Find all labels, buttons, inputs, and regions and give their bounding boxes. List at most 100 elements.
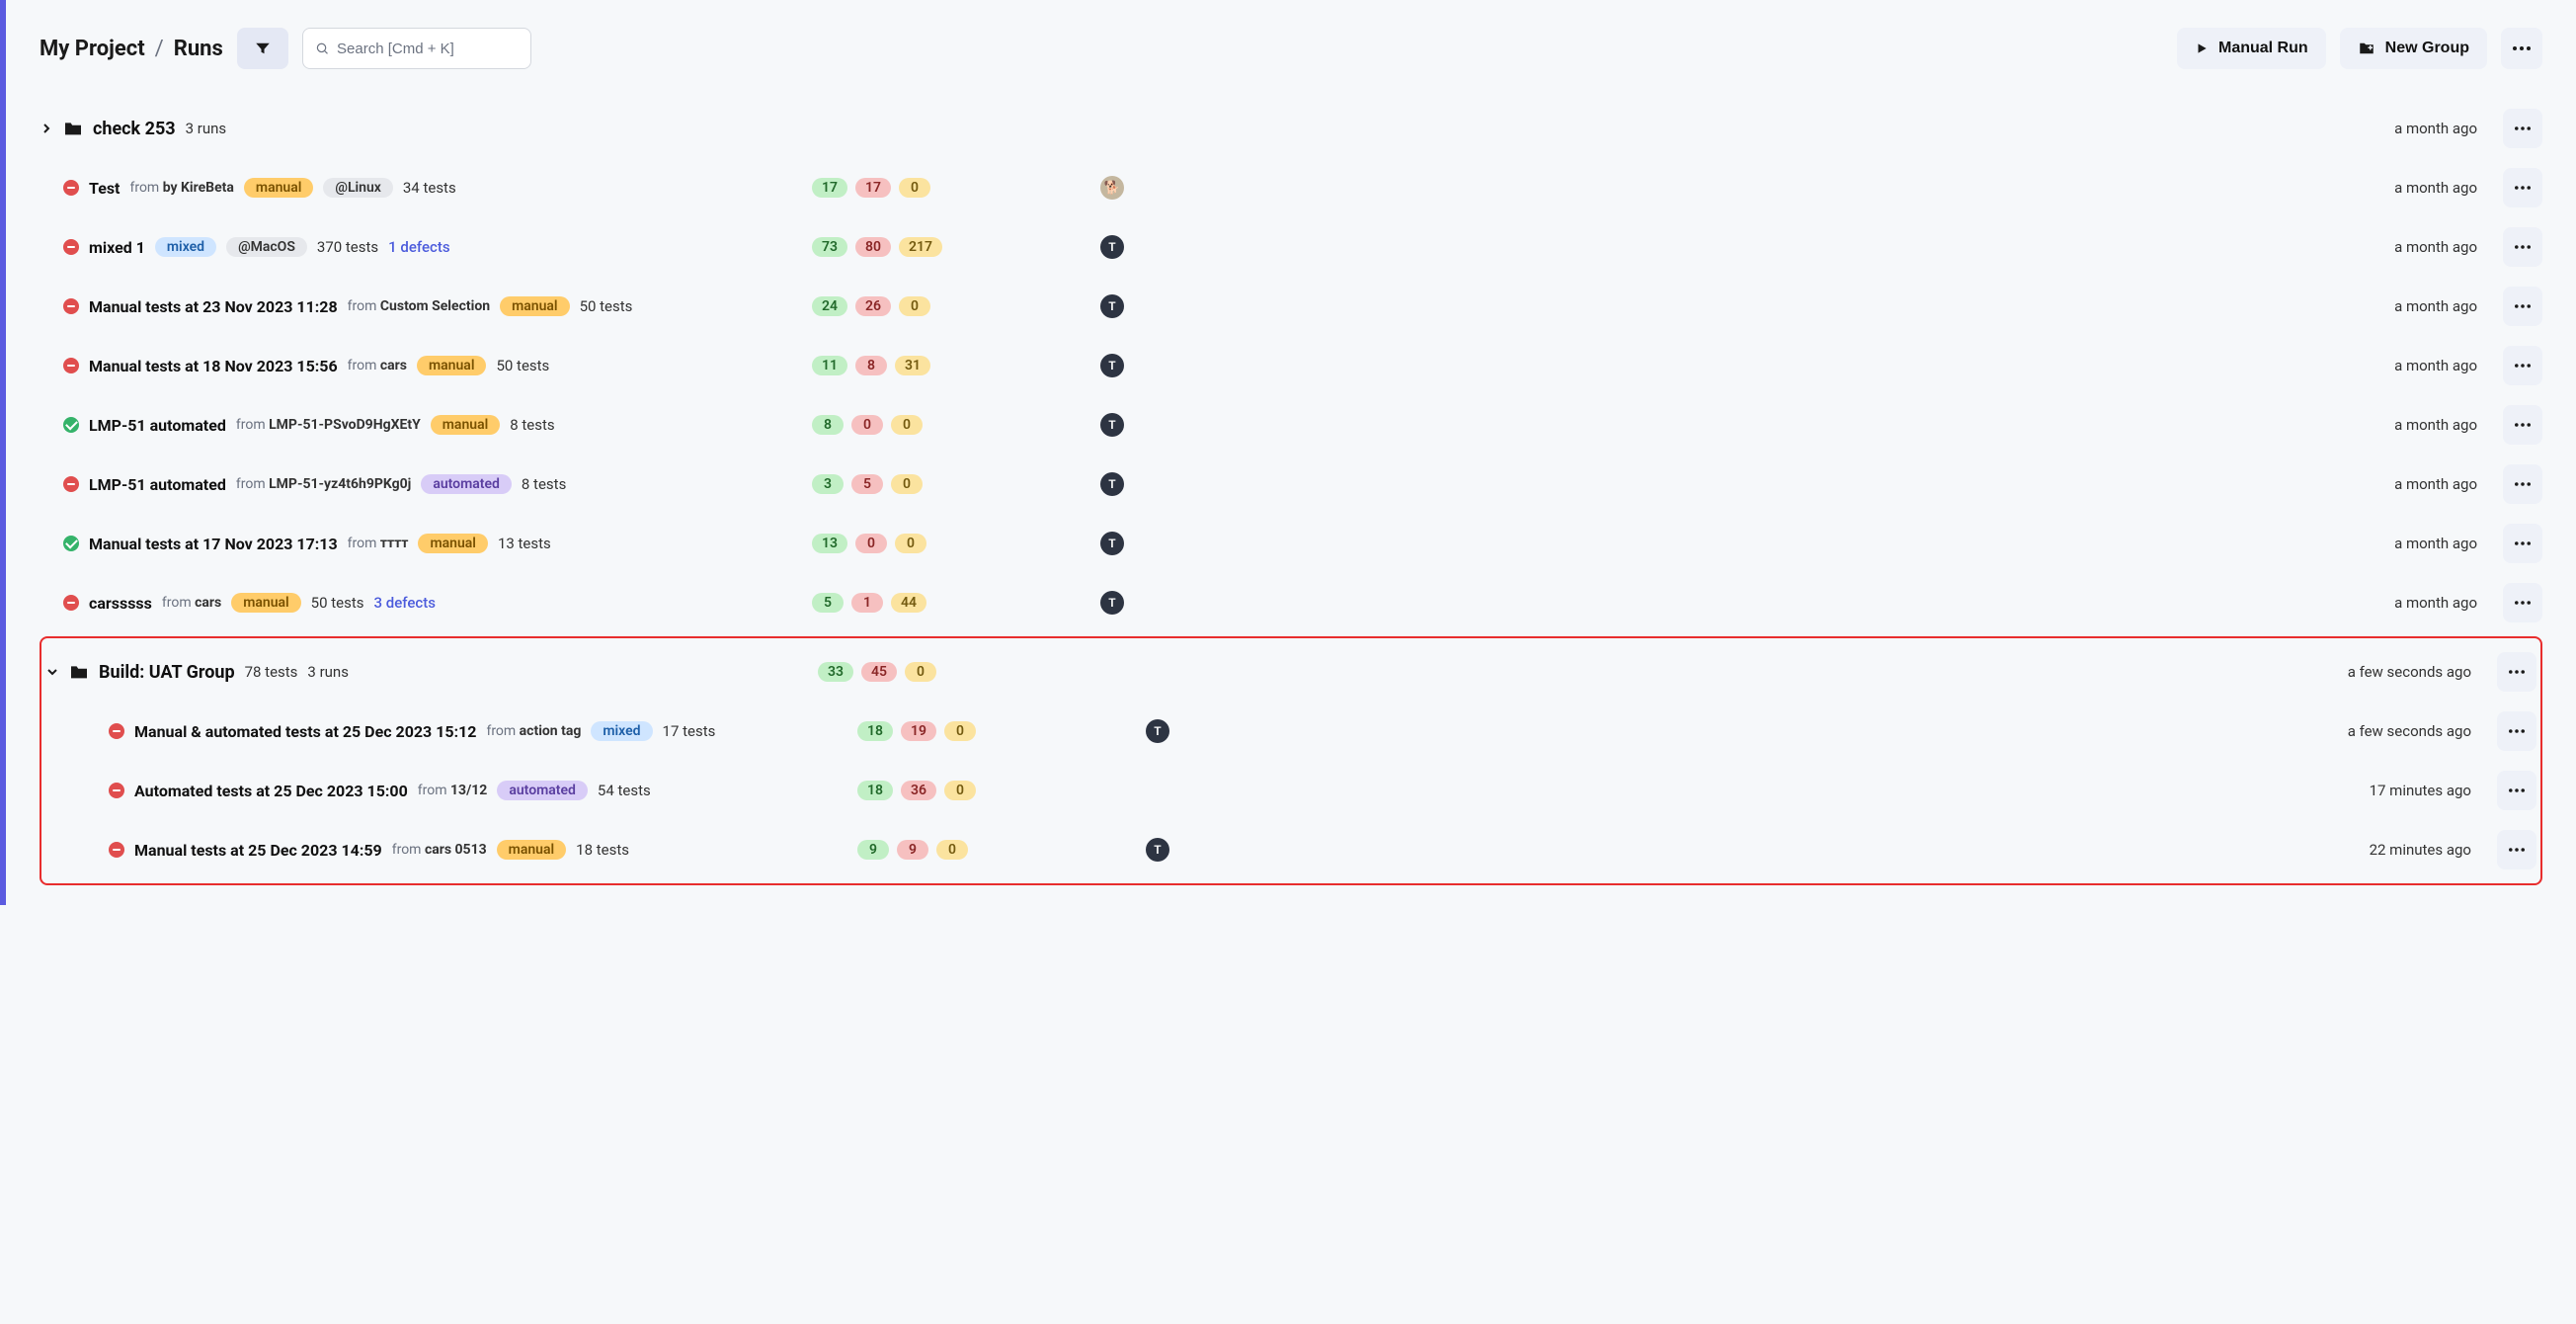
pill-group: 17 17 0 xyxy=(812,178,930,198)
run-tag: @Linux xyxy=(323,178,392,198)
run-tests: 13 tests xyxy=(498,535,551,552)
pill-pass: 13 xyxy=(812,534,847,553)
dots-icon xyxy=(2509,729,2525,733)
run-title: Manual tests at 23 Nov 2023 11:28 xyxy=(89,297,338,316)
status-red-icon xyxy=(63,358,79,373)
run-row[interactable]: Manual tests at 17 Nov 2023 17:13 from т… xyxy=(40,514,2542,573)
run-from: from Custom Selection xyxy=(348,298,490,314)
run-tests: 34 tests xyxy=(403,179,456,197)
manual-run-button[interactable]: Manual Run xyxy=(2177,28,2326,69)
topbar: My Project / Runs Manual Run New Group xyxy=(40,28,2542,69)
group-runcount: 3 runs xyxy=(186,120,227,137)
run-time: a month ago xyxy=(2329,535,2477,552)
status-red-icon xyxy=(63,298,79,314)
avatar[interactable]: T xyxy=(1100,472,1124,496)
dots-icon xyxy=(2515,304,2531,308)
pill-fail: 1 xyxy=(851,593,883,613)
pill-fail: 26 xyxy=(855,296,891,316)
row-more-button[interactable] xyxy=(2497,771,2536,810)
dots-icon xyxy=(2513,46,2531,50)
avatar[interactable]: T xyxy=(1100,413,1124,437)
run-row[interactable]: Manual tests at 25 Dec 2023 14:59 from c… xyxy=(45,820,2536,879)
run-defects[interactable]: 3 defects xyxy=(374,594,436,612)
pill-pass: 5 xyxy=(812,593,844,613)
run-row[interactable]: LMP-51 automated from LMP-51-PSvoD9HgXEt… xyxy=(40,395,2542,455)
breadcrumb-section[interactable]: Runs xyxy=(174,37,223,61)
pill-group: 24 26 0 xyxy=(812,296,930,316)
type-chip-automated: automated xyxy=(497,781,588,800)
pill-group: 73 80 217 xyxy=(812,237,942,257)
run-title: carsssss xyxy=(89,594,152,613)
folder-icon xyxy=(63,121,83,136)
pill-skip: 0 xyxy=(905,662,936,682)
avatar[interactable]: T xyxy=(1146,838,1169,862)
status-red-icon xyxy=(63,476,79,492)
avatar[interactable]: T xyxy=(1100,235,1124,259)
run-row[interactable]: Manual tests at 18 Nov 2023 15:56 from c… xyxy=(40,336,2542,395)
status-red-icon xyxy=(63,595,79,611)
chevron-right-icon[interactable] xyxy=(40,124,53,133)
run-from: from by KireBeta xyxy=(129,180,233,196)
pill-group: 13 0 0 xyxy=(812,534,926,553)
status-red-icon xyxy=(109,842,124,858)
type-chip-manual: manual xyxy=(418,534,487,553)
run-row[interactable]: Automated tests at 25 Dec 2023 15:00 fro… xyxy=(45,761,2536,820)
run-time: a month ago xyxy=(2329,475,2477,493)
runs-list: check 253 3 runs a month ago Test from b… xyxy=(40,99,2542,885)
filter-button[interactable] xyxy=(237,28,288,69)
pill-pass: 11 xyxy=(812,356,847,375)
row-more-button[interactable] xyxy=(2503,583,2542,622)
run-title: LMP-51 automated xyxy=(89,416,226,435)
pill-group: 3 5 0 xyxy=(812,474,923,494)
dots-icon xyxy=(2515,482,2531,486)
dots-icon xyxy=(2515,423,2531,427)
run-row[interactable]: Test from by KireBeta manual @Linux 34 t… xyxy=(40,158,2542,217)
row-more-button[interactable] xyxy=(2503,346,2542,385)
avatar[interactable]: 🐕 xyxy=(1100,176,1124,200)
type-chip-mixed: mixed xyxy=(155,237,216,257)
row-more-button[interactable] xyxy=(2503,168,2542,207)
run-tests: 50 tests xyxy=(580,297,633,315)
row-more-button[interactable] xyxy=(2503,227,2542,267)
avatar[interactable]: T xyxy=(1100,532,1124,555)
group-row-check253[interactable]: check 253 3 runs a month ago xyxy=(40,99,2542,158)
pill-pass: 3 xyxy=(812,474,844,494)
run-row[interactable]: Manual & automated tests at 25 Dec 2023 … xyxy=(45,702,2536,761)
run-title: Manual tests at 17 Nov 2023 17:13 xyxy=(89,535,338,553)
row-more-button[interactable] xyxy=(2503,109,2542,148)
avatar[interactable]: T xyxy=(1100,354,1124,377)
run-tests: 17 tests xyxy=(663,722,716,740)
avatar[interactable]: T xyxy=(1100,294,1124,318)
more-menu-button[interactable] xyxy=(2501,28,2542,69)
dots-icon xyxy=(2509,788,2525,792)
breadcrumb-project[interactable]: My Project xyxy=(40,37,145,61)
chevron-down-icon[interactable] xyxy=(45,667,59,677)
run-title: Automated tests at 25 Dec 2023 15:00 xyxy=(134,782,408,800)
group-tests: 78 tests xyxy=(245,663,298,681)
run-row[interactable]: carsssss from cars manual 50 tests 3 def… xyxy=(40,573,2542,632)
new-group-button[interactable]: New Group xyxy=(2340,28,2487,69)
row-more-button[interactable] xyxy=(2497,830,2536,869)
run-title: Test xyxy=(89,179,120,198)
pill-pass: 18 xyxy=(857,781,893,800)
pill-fail: 19 xyxy=(901,721,936,741)
avatar[interactable]: T xyxy=(1100,591,1124,615)
search-box[interactable] xyxy=(302,28,531,69)
run-defects[interactable]: 1 defects xyxy=(388,238,449,256)
group-time: a few seconds ago xyxy=(2323,663,2471,681)
group-row-uat[interactable]: Build: UAT Group 78 tests 3 runs 33 45 0… xyxy=(45,642,2536,702)
row-more-button[interactable] xyxy=(2503,287,2542,326)
row-more-button[interactable] xyxy=(2503,524,2542,563)
avatar[interactable]: T xyxy=(1146,719,1169,743)
row-more-button[interactable] xyxy=(2503,405,2542,445)
row-more-button[interactable] xyxy=(2497,652,2536,692)
folder-icon xyxy=(69,664,89,680)
row-more-button[interactable] xyxy=(2497,711,2536,751)
pill-pass: 8 xyxy=(812,415,844,435)
run-row[interactable]: LMP-51 automated from LMP-51-yz4t6h9PKg0… xyxy=(40,455,2542,514)
run-tests: 50 tests xyxy=(496,357,549,374)
search-input[interactable] xyxy=(337,41,519,57)
run-row[interactable]: Manual tests at 23 Nov 2023 11:28 from C… xyxy=(40,277,2542,336)
row-more-button[interactable] xyxy=(2503,464,2542,504)
run-row[interactable]: mixed 1 mixed @MacOS 370 tests 1 defects… xyxy=(40,217,2542,277)
